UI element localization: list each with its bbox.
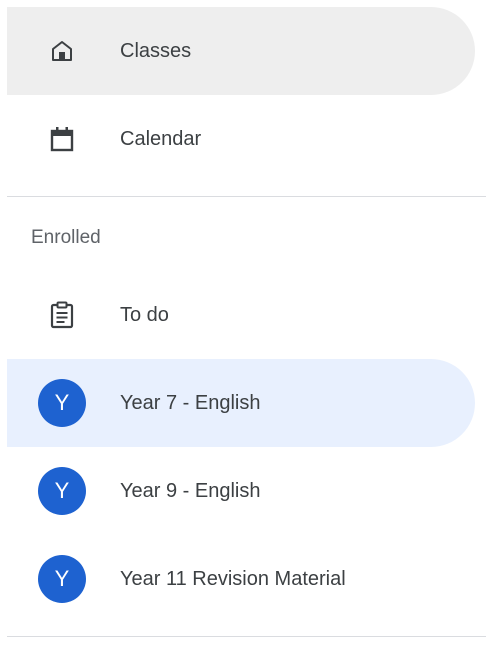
home-icon [38,27,86,75]
sidebar-item-label: Calendar [120,127,202,150]
class-avatar: Y [38,379,86,427]
avatar: Y [38,379,86,427]
sidebar-item-classes[interactable]: Classes [7,7,475,95]
avatar: Y [38,467,86,515]
section-title-enrolled: Enrolled [31,227,101,248]
sidebar-item-label: Year 9 - English [120,479,261,502]
calendar-icon [38,115,86,163]
sidebar-item-label: Year 7 - English [120,391,261,414]
nav-divider [7,636,486,637]
sidebar-item-year9-english[interactable]: Y Year 9 - English [7,447,475,535]
sidebar-nav: Classes Calendar Enrolled To do Y Year 7… [0,0,486,653]
class-avatar: Y [38,555,86,603]
avatar: Y [38,555,86,603]
sidebar-item-todo[interactable]: To do [7,271,475,359]
sidebar-item-label: Year 11 Revision Material [120,567,346,590]
class-avatar: Y [38,467,86,515]
assignment-icon [38,291,86,339]
nav-divider [7,196,486,197]
sidebar-item-calendar[interactable]: Calendar [7,95,475,183]
sidebar-item-year11-revision[interactable]: Y Year 11 Revision Material [7,535,475,623]
sidebar-item-label: To do [120,303,169,326]
sidebar-item-label: Classes [120,39,192,62]
sidebar-item-year7-english[interactable]: Y Year 7 - English [7,359,475,447]
